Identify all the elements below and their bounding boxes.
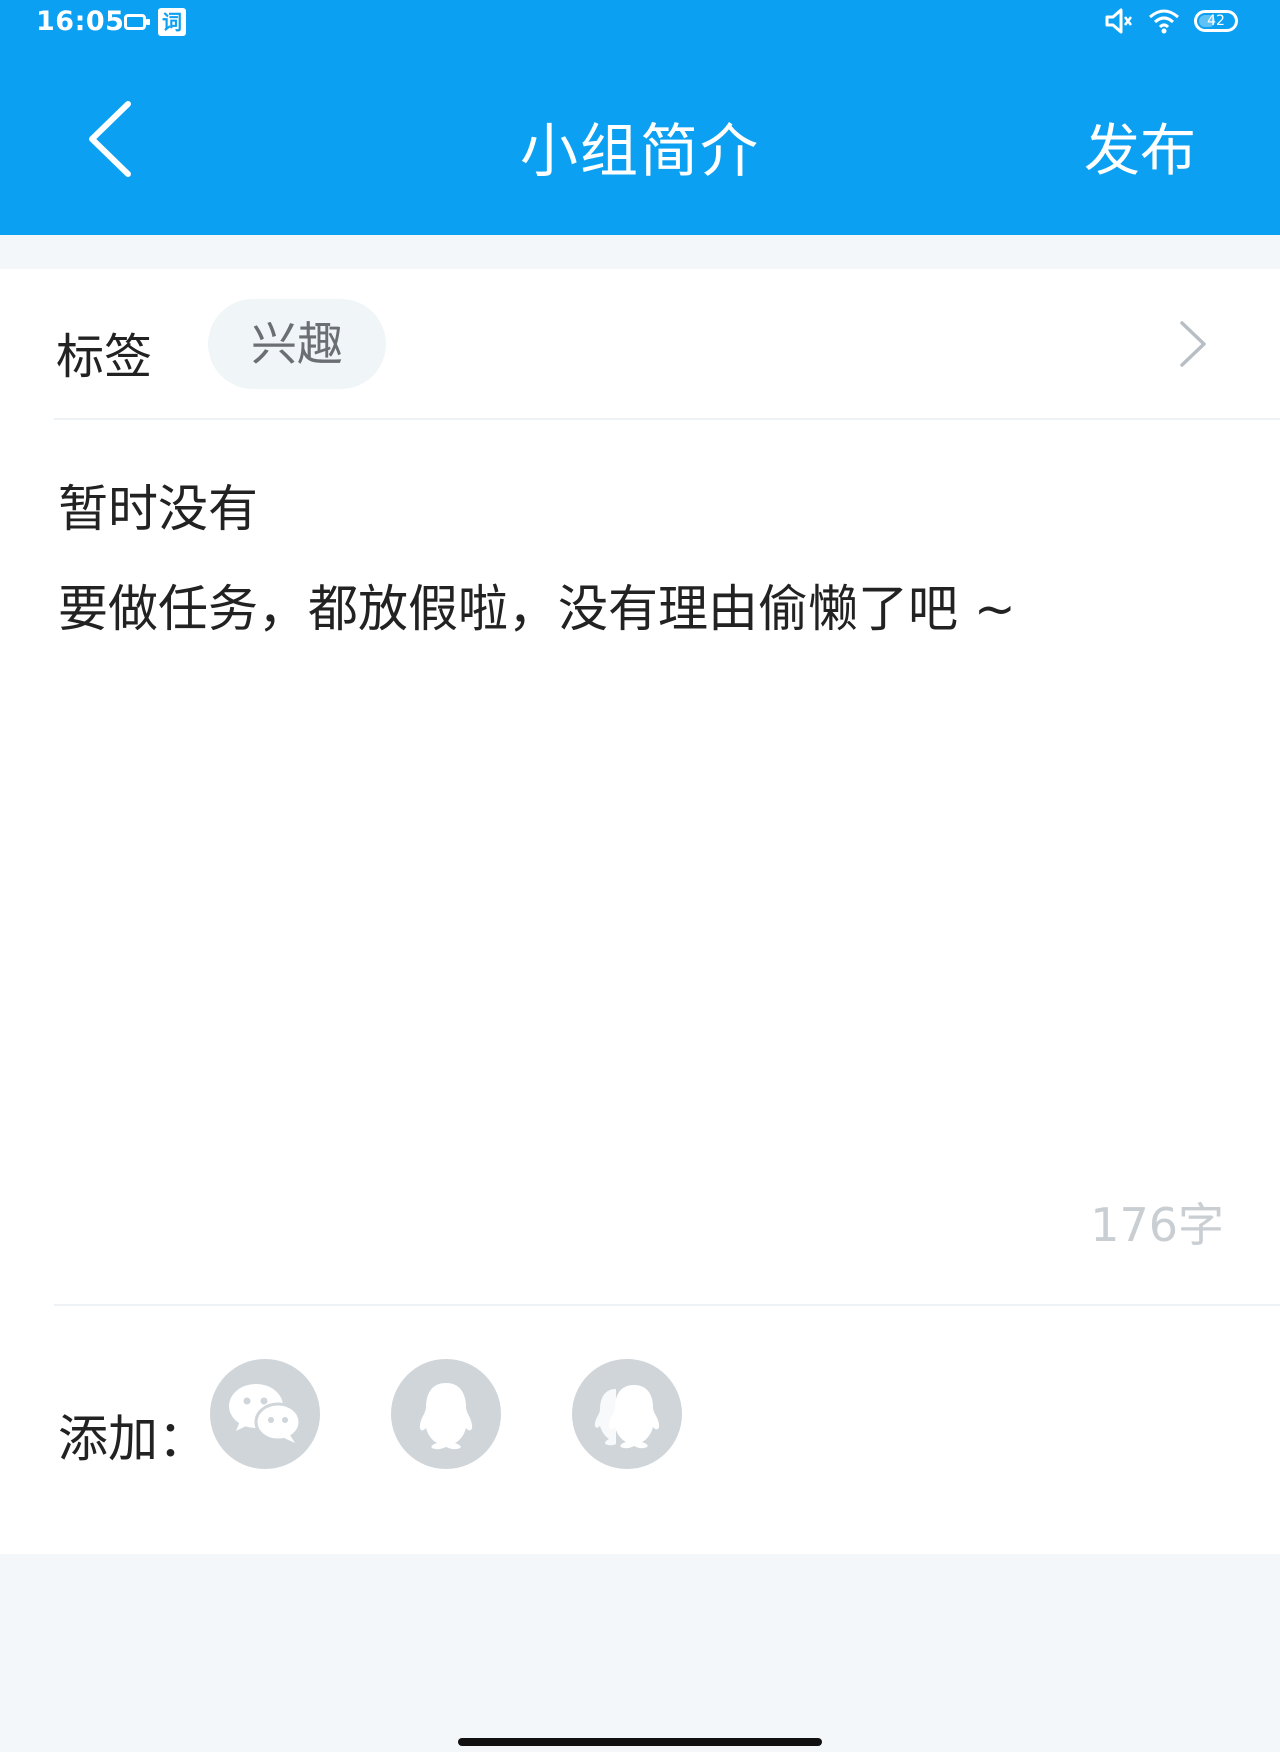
- qq-group-icon: [594, 1385, 660, 1449]
- add-label: 添加：: [58, 1410, 208, 1468]
- add-row: 添加：: [0, 1359, 1280, 1509]
- wifi-icon: [1149, 9, 1179, 34]
- chevron-right-icon: [1180, 321, 1206, 367]
- status-time: 16:05: [36, 6, 125, 37]
- status-bar: 16:05 词 42: [0, 0, 1280, 44]
- dictionary-app-icon: 词: [158, 8, 186, 36]
- add-qq-group-button[interactable]: [572, 1359, 682, 1469]
- char-count: 176字: [1090, 1198, 1224, 1252]
- intro-card: 标签 兴趣 暂时没有 要做任务，都放假啦，没有理由偷懒了吧 ~ 176字 添加：: [0, 269, 1280, 1554]
- nav-bar: 小组简介 发布: [0, 44, 1280, 235]
- header: 16:05 词 42 小组简介 发布: [0, 0, 1280, 235]
- battery-icon: 42: [1194, 10, 1238, 32]
- tag-label: 标签: [56, 329, 153, 385]
- wechat-icon: [229, 1384, 302, 1443]
- tag-chip[interactable]: 兴趣: [208, 299, 386, 389]
- description-textarea[interactable]: 暂时没有 要做任务，都放假啦，没有理由偷懒了吧 ~: [58, 459, 1224, 659]
- add-wechat-button[interactable]: [210, 1359, 320, 1469]
- battery-level: 42: [1207, 13, 1225, 29]
- qq-icon: [419, 1383, 473, 1450]
- add-qq-button[interactable]: [391, 1359, 501, 1469]
- screen-record-icon: [124, 14, 150, 30]
- publish-button[interactable]: 发布: [1084, 106, 1196, 187]
- divider: [54, 1304, 1280, 1306]
- description-line: 要做任务，都放假啦，没有理由偷懒了吧 ~: [58, 580, 1016, 638]
- mute-icon: [1105, 8, 1132, 34]
- description-line: 暂时没有: [58, 480, 258, 538]
- tag-row[interactable]: 标签 兴趣: [0, 269, 1280, 419]
- home-indicator[interactable]: [458, 1738, 822, 1746]
- divider: [54, 418, 1280, 420]
